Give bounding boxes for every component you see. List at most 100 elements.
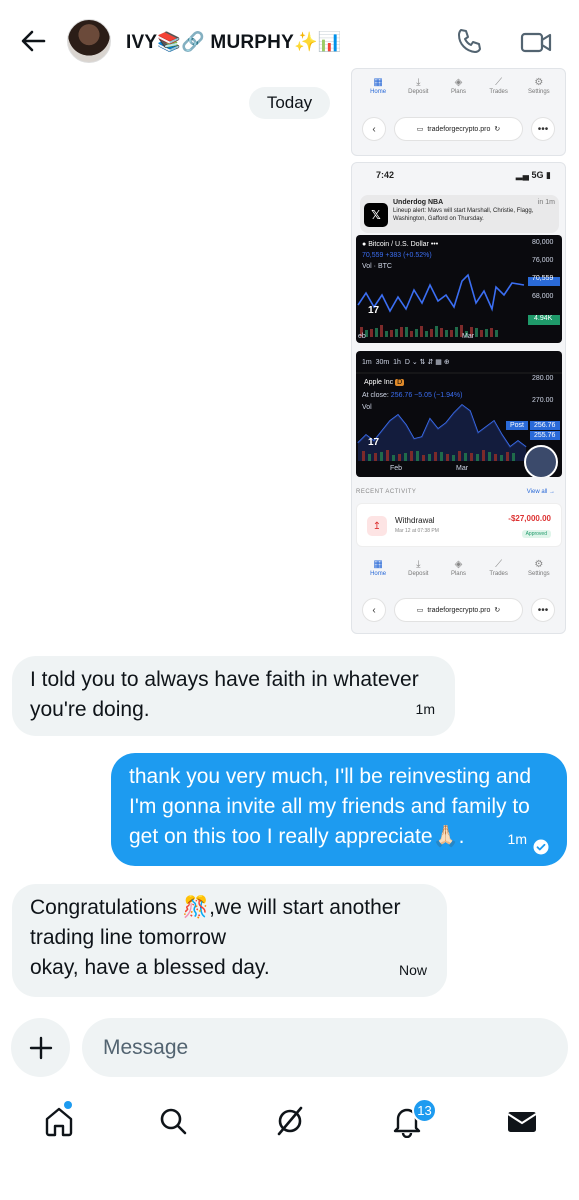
search-icon[interactable] [156, 1104, 190, 1138]
phone-icon[interactable] [455, 27, 483, 55]
trades-icon: ⟋ [495, 559, 503, 570]
trades-icon: ⟋ [495, 77, 503, 88]
apple-price-tick: 270.00 [532, 397, 554, 404]
apple-symbol: Apple Inc D [364, 379, 405, 386]
message-text: I told you to always have faith in whate… [30, 668, 419, 721]
app-nav-plans: ◈ Plans [450, 77, 466, 95]
site-icon: ▭ [416, 126, 424, 133]
status-time: 7:42 [376, 170, 395, 180]
browser-back-icon: ‹ [362, 598, 386, 622]
site-icon: ▭ [416, 607, 424, 614]
withdrawal-icon: ↥ [367, 516, 387, 536]
url-text: tradeforgecrypto.pro [427, 125, 491, 133]
message-time: Now [398, 962, 427, 978]
app-nav-settings: ⚙ Settings [528, 559, 550, 577]
browser-more-icon: ••• [531, 598, 555, 622]
home-icon[interactable] [42, 1104, 76, 1138]
plans-icon: ◈ [454, 559, 463, 570]
chart-intervals: 1m 30m 1h D ⌄ ⇅ ⇵ ▦ ⊕ [362, 359, 450, 366]
browser-url-bar: ‹ ▭ tradeforgecrypto.pro ↻ ••• [362, 597, 555, 623]
notification-text: Lineup alert: Mavs will start Marshall, … [393, 208, 534, 222]
conversation-title[interactable]: IVY📚🔗 MURPHY✨📊 [126, 30, 342, 54]
bitcoin-x-label: eb [358, 333, 366, 340]
browser-more-icon: ••• [531, 117, 555, 141]
message-input[interactable]: Message [82, 1018, 568, 1077]
apple-last-price: 255.76 [534, 432, 556, 439]
bitcoin-chart: ● Bitcoin / U.S. Dollar ••• 70,559 +383 … [356, 235, 562, 343]
message-time: 1m [507, 831, 527, 847]
browser-back-icon: ‹ [362, 117, 386, 141]
notification-app: Underdog NBA [393, 199, 444, 206]
message-outbound[interactable]: thank you very much, I'll be reinvesting… [111, 753, 567, 866]
withdrawal-status: Approved [521, 530, 551, 538]
app-nav-bar: ▦ Home ⤓ Deposit ◈ Plans ⟋ Trades ⚙ Settings [352, 77, 565, 95]
url-text: tradeforgecrypto.pro [427, 606, 491, 614]
bitcoin-price-tick: 68,000 [532, 293, 554, 300]
withdrawal-amount: -$27,000.00 [508, 514, 551, 523]
view-all-link: View all → [526, 489, 555, 495]
status-network: ▂▄ 5G ▮ [515, 169, 551, 180]
bitcoin-symbol: ● Bitcoin / U.S. Dollar ••• [362, 241, 439, 248]
bitcoin-quote: 70,559 +383 (+0.52%) [362, 252, 432, 259]
push-notification: 𝕏 Underdog NBA in 1m Lineup alert: Mavs … [360, 195, 559, 233]
shared-screenshot-top[interactable]: ▦ Home ⤓ Deposit ◈ Plans ⟋ Trades ⚙ Settings … [351, 68, 566, 156]
back-arrow-icon[interactable] [18, 26, 48, 56]
bottom-nav [0, 1090, 579, 1154]
app-nav-deposit: ⤓ Deposit [408, 77, 429, 95]
app-nav-bar: ▦ Home ⤓ Deposit ◈ Plans ⟋ Trades ⚙ Settings [352, 559, 565, 577]
message-inbound[interactable]: Congratulations 🎊,we will start another … [12, 884, 447, 997]
app-nav-home: ▦ Home [370, 559, 387, 577]
apple-chart: 1m 30m 1h D ⌄ ⇅ ⇵ ▦ ⊕ Apple Inc D At clo… [356, 351, 562, 477]
apple-price-tick: 280.00 [532, 375, 554, 382]
home-icon: ▦ [373, 77, 383, 88]
bitcoin-vol-value: 4.94K [534, 315, 553, 322]
video-call-icon[interactable] [520, 28, 552, 56]
reload-icon: ↻ [494, 607, 501, 614]
app-nav-home: ▦ Home [370, 77, 387, 95]
app-nav-trades: ⟋ Trades [489, 77, 508, 95]
apple-post-label: Post [510, 422, 525, 429]
bitcoin-price-tick: 80,000 [532, 239, 554, 246]
plus-icon [29, 1036, 52, 1059]
message-text: thank you very much, I'll be reinvesting… [129, 765, 532, 848]
message-time: 1m [415, 701, 435, 717]
message-inbound[interactable]: I told you to always have faith in whate… [12, 656, 455, 736]
messages-envelope-icon[interactable] [505, 1104, 539, 1138]
apple-x-label: Mar [456, 465, 469, 472]
notification-age: in 1m [537, 199, 555, 206]
message-text: Congratulations 🎊,we will start another … [30, 896, 401, 979]
reload-icon: ↻ [494, 126, 501, 133]
browser-url-bar: ‹ ▭ tradeforgecrypto.pro ↻ ••• [362, 116, 555, 142]
read-check-icon [533, 839, 549, 855]
deposit-icon: ⤓ [416, 559, 421, 570]
app-nav-trades: ⟋ Trades [489, 559, 508, 577]
app-nav-deposit: ⤓ Deposit [408, 559, 429, 577]
apple-post-price: 256.76 [534, 422, 556, 429]
message-placeholder: Message [103, 1035, 189, 1059]
add-attachment-button[interactable] [11, 1018, 70, 1077]
phone-status-bar: 7:42 ▂▄ 5G ▮ [352, 163, 565, 187]
withdrawal-title: Withdrawal [395, 516, 435, 525]
apple-close: At close: 256.76 −5.05 (−1.94%) [362, 392, 463, 399]
apple-x-label: Feb [390, 465, 403, 472]
apple-vol-label: Vol [362, 404, 372, 411]
shared-screenshot-main[interactable]: 7:42 ▂▄ 5G ▮ 𝕏 Underdog NBA in 1m Lineup… [351, 162, 566, 634]
grok-icon[interactable] [273, 1104, 307, 1138]
app-nav-plans: ◈ Plans [450, 559, 466, 577]
avatar[interactable] [67, 19, 111, 63]
plans-icon: ◈ [454, 77, 463, 88]
deposit-icon: ⤓ [416, 77, 421, 88]
bitcoin-x-label: Mar [462, 333, 475, 340]
app-nav-settings: ⚙ Settings [528, 77, 550, 95]
bitcoin-vol-label: Vol · BTC [362, 263, 392, 270]
tradingview-logo-icon: 17 [368, 437, 380, 448]
settings-icon: ⚙ [534, 77, 544, 88]
recent-activity-label: RECENT ACTIVITY [356, 489, 417, 495]
bitcoin-last-price: 70,559 [532, 275, 554, 282]
settings-icon: ⚙ [534, 559, 544, 570]
withdrawal-date: Mar 12 at 07:38 PM [395, 528, 439, 534]
tradingview-logo-icon: 17 [368, 305, 380, 316]
chat-bubble-icon [524, 445, 558, 477]
home-unread-dot [64, 1101, 72, 1109]
bitcoin-price-tick: 76,000 [532, 257, 554, 264]
